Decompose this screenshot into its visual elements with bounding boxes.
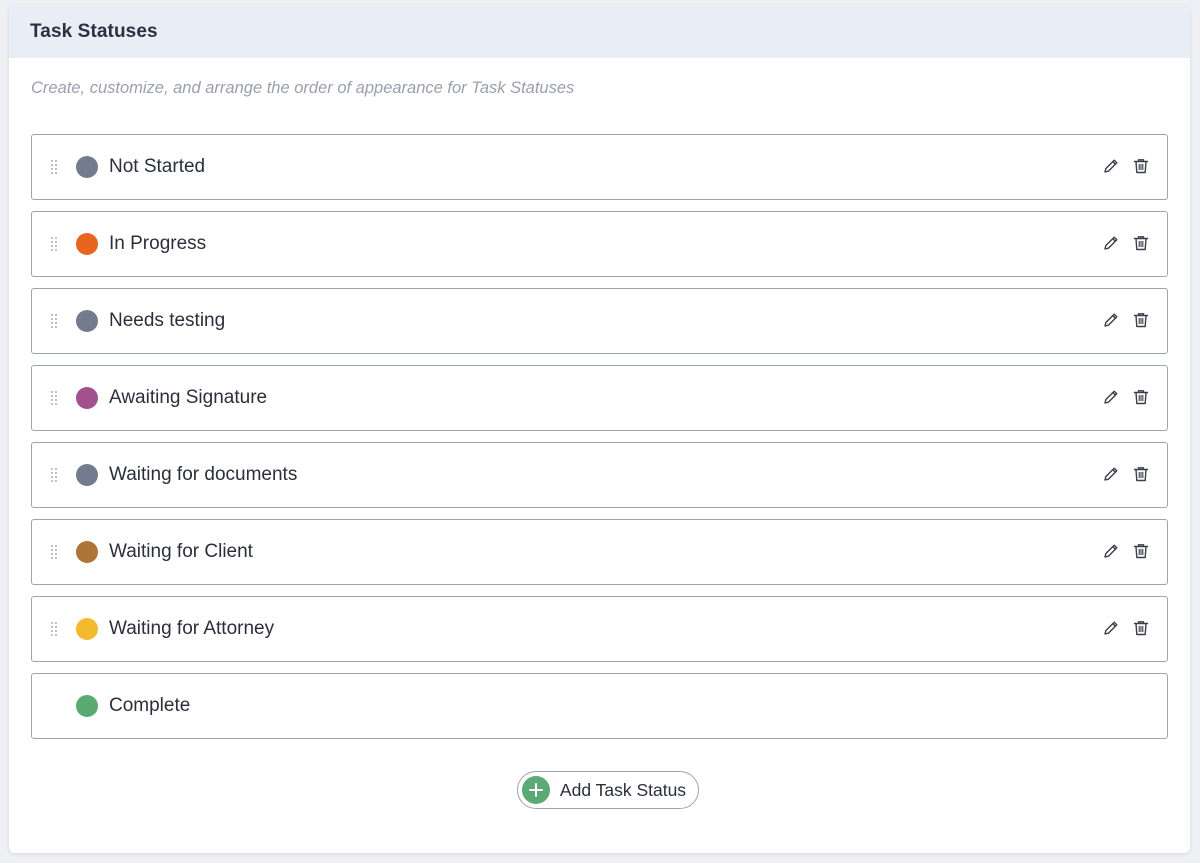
- status-row[interactable]: Complete: [31, 673, 1168, 739]
- drag-handle-icon[interactable]: [51, 622, 57, 636]
- add-task-status-button[interactable]: Add Task Status: [516, 771, 700, 809]
- drag-handle-icon[interactable]: [51, 391, 57, 405]
- status-color-dot: [76, 618, 98, 640]
- status-label: Waiting for Client: [109, 541, 253, 562]
- drag-handle-icon[interactable]: [51, 160, 57, 174]
- status-row[interactable]: Waiting for documents: [31, 442, 1168, 508]
- add-status-container: Add Task Status: [9, 771, 1190, 809]
- pencil-icon[interactable]: [1102, 311, 1120, 329]
- trash-icon[interactable]: [1132, 311, 1150, 329]
- row-actions: [1102, 619, 1150, 637]
- status-color-dot: [76, 695, 98, 717]
- row-actions: [1102, 157, 1150, 175]
- status-row[interactable]: In Progress: [31, 211, 1168, 277]
- row-actions: [1102, 542, 1150, 560]
- status-label: Needs testing: [109, 310, 226, 331]
- pencil-icon[interactable]: [1102, 157, 1120, 175]
- status-color-dot: [76, 541, 98, 563]
- trash-icon[interactable]: [1132, 619, 1150, 637]
- status-row[interactable]: Needs testing: [31, 288, 1168, 354]
- add-task-status-label: Add Task Status: [559, 779, 687, 800]
- status-color-dot: [76, 464, 98, 486]
- row-actions: [1102, 388, 1150, 406]
- status-label: Not Started: [109, 156, 206, 177]
- status-color-dot: [76, 156, 98, 178]
- panel-title: Task Statuses: [30, 20, 158, 42]
- plus-circle-icon: [521, 776, 550, 804]
- status-color-dot: [76, 233, 98, 255]
- pencil-icon[interactable]: [1102, 619, 1120, 637]
- status-label: In Progress: [109, 233, 207, 254]
- trash-icon[interactable]: [1132, 465, 1150, 483]
- status-color-dot: [76, 310, 98, 332]
- drag-handle-icon[interactable]: [51, 545, 57, 559]
- panel-description: Create, customize, and arrange the order…: [31, 79, 575, 97]
- trash-icon[interactable]: [1132, 542, 1150, 560]
- row-actions: [1102, 465, 1150, 483]
- trash-icon[interactable]: [1132, 388, 1150, 406]
- drag-handle-icon[interactable]: [51, 468, 57, 482]
- status-color-dot: [76, 387, 98, 409]
- panel-header: Task Statuses: [9, 5, 1190, 58]
- row-actions: [1102, 311, 1150, 329]
- trash-icon[interactable]: [1132, 234, 1150, 252]
- status-row[interactable]: Waiting for Client: [31, 519, 1168, 585]
- trash-icon[interactable]: [1132, 157, 1150, 175]
- pencil-icon[interactable]: [1102, 388, 1120, 406]
- row-actions: [1102, 234, 1150, 252]
- status-row[interactable]: Not Started: [31, 134, 1168, 200]
- pencil-icon[interactable]: [1102, 234, 1120, 252]
- status-row[interactable]: Waiting for Attorney: [31, 596, 1168, 662]
- status-row[interactable]: Awaiting Signature: [31, 365, 1168, 431]
- pencil-icon[interactable]: [1102, 542, 1120, 560]
- status-label: Waiting for Attorney: [109, 618, 275, 639]
- task-statuses-panel: Task Statuses Create, customize, and arr…: [9, 5, 1190, 853]
- status-label: Complete: [109, 695, 191, 716]
- pencil-icon[interactable]: [1102, 465, 1120, 483]
- drag-handle-icon[interactable]: [51, 237, 57, 251]
- status-label: Awaiting Signature: [109, 387, 268, 408]
- status-label: Waiting for documents: [109, 464, 298, 485]
- drag-handle-icon[interactable]: [51, 314, 57, 328]
- status-list: Not Started In Progress Needs testing Await…: [31, 134, 1168, 750]
